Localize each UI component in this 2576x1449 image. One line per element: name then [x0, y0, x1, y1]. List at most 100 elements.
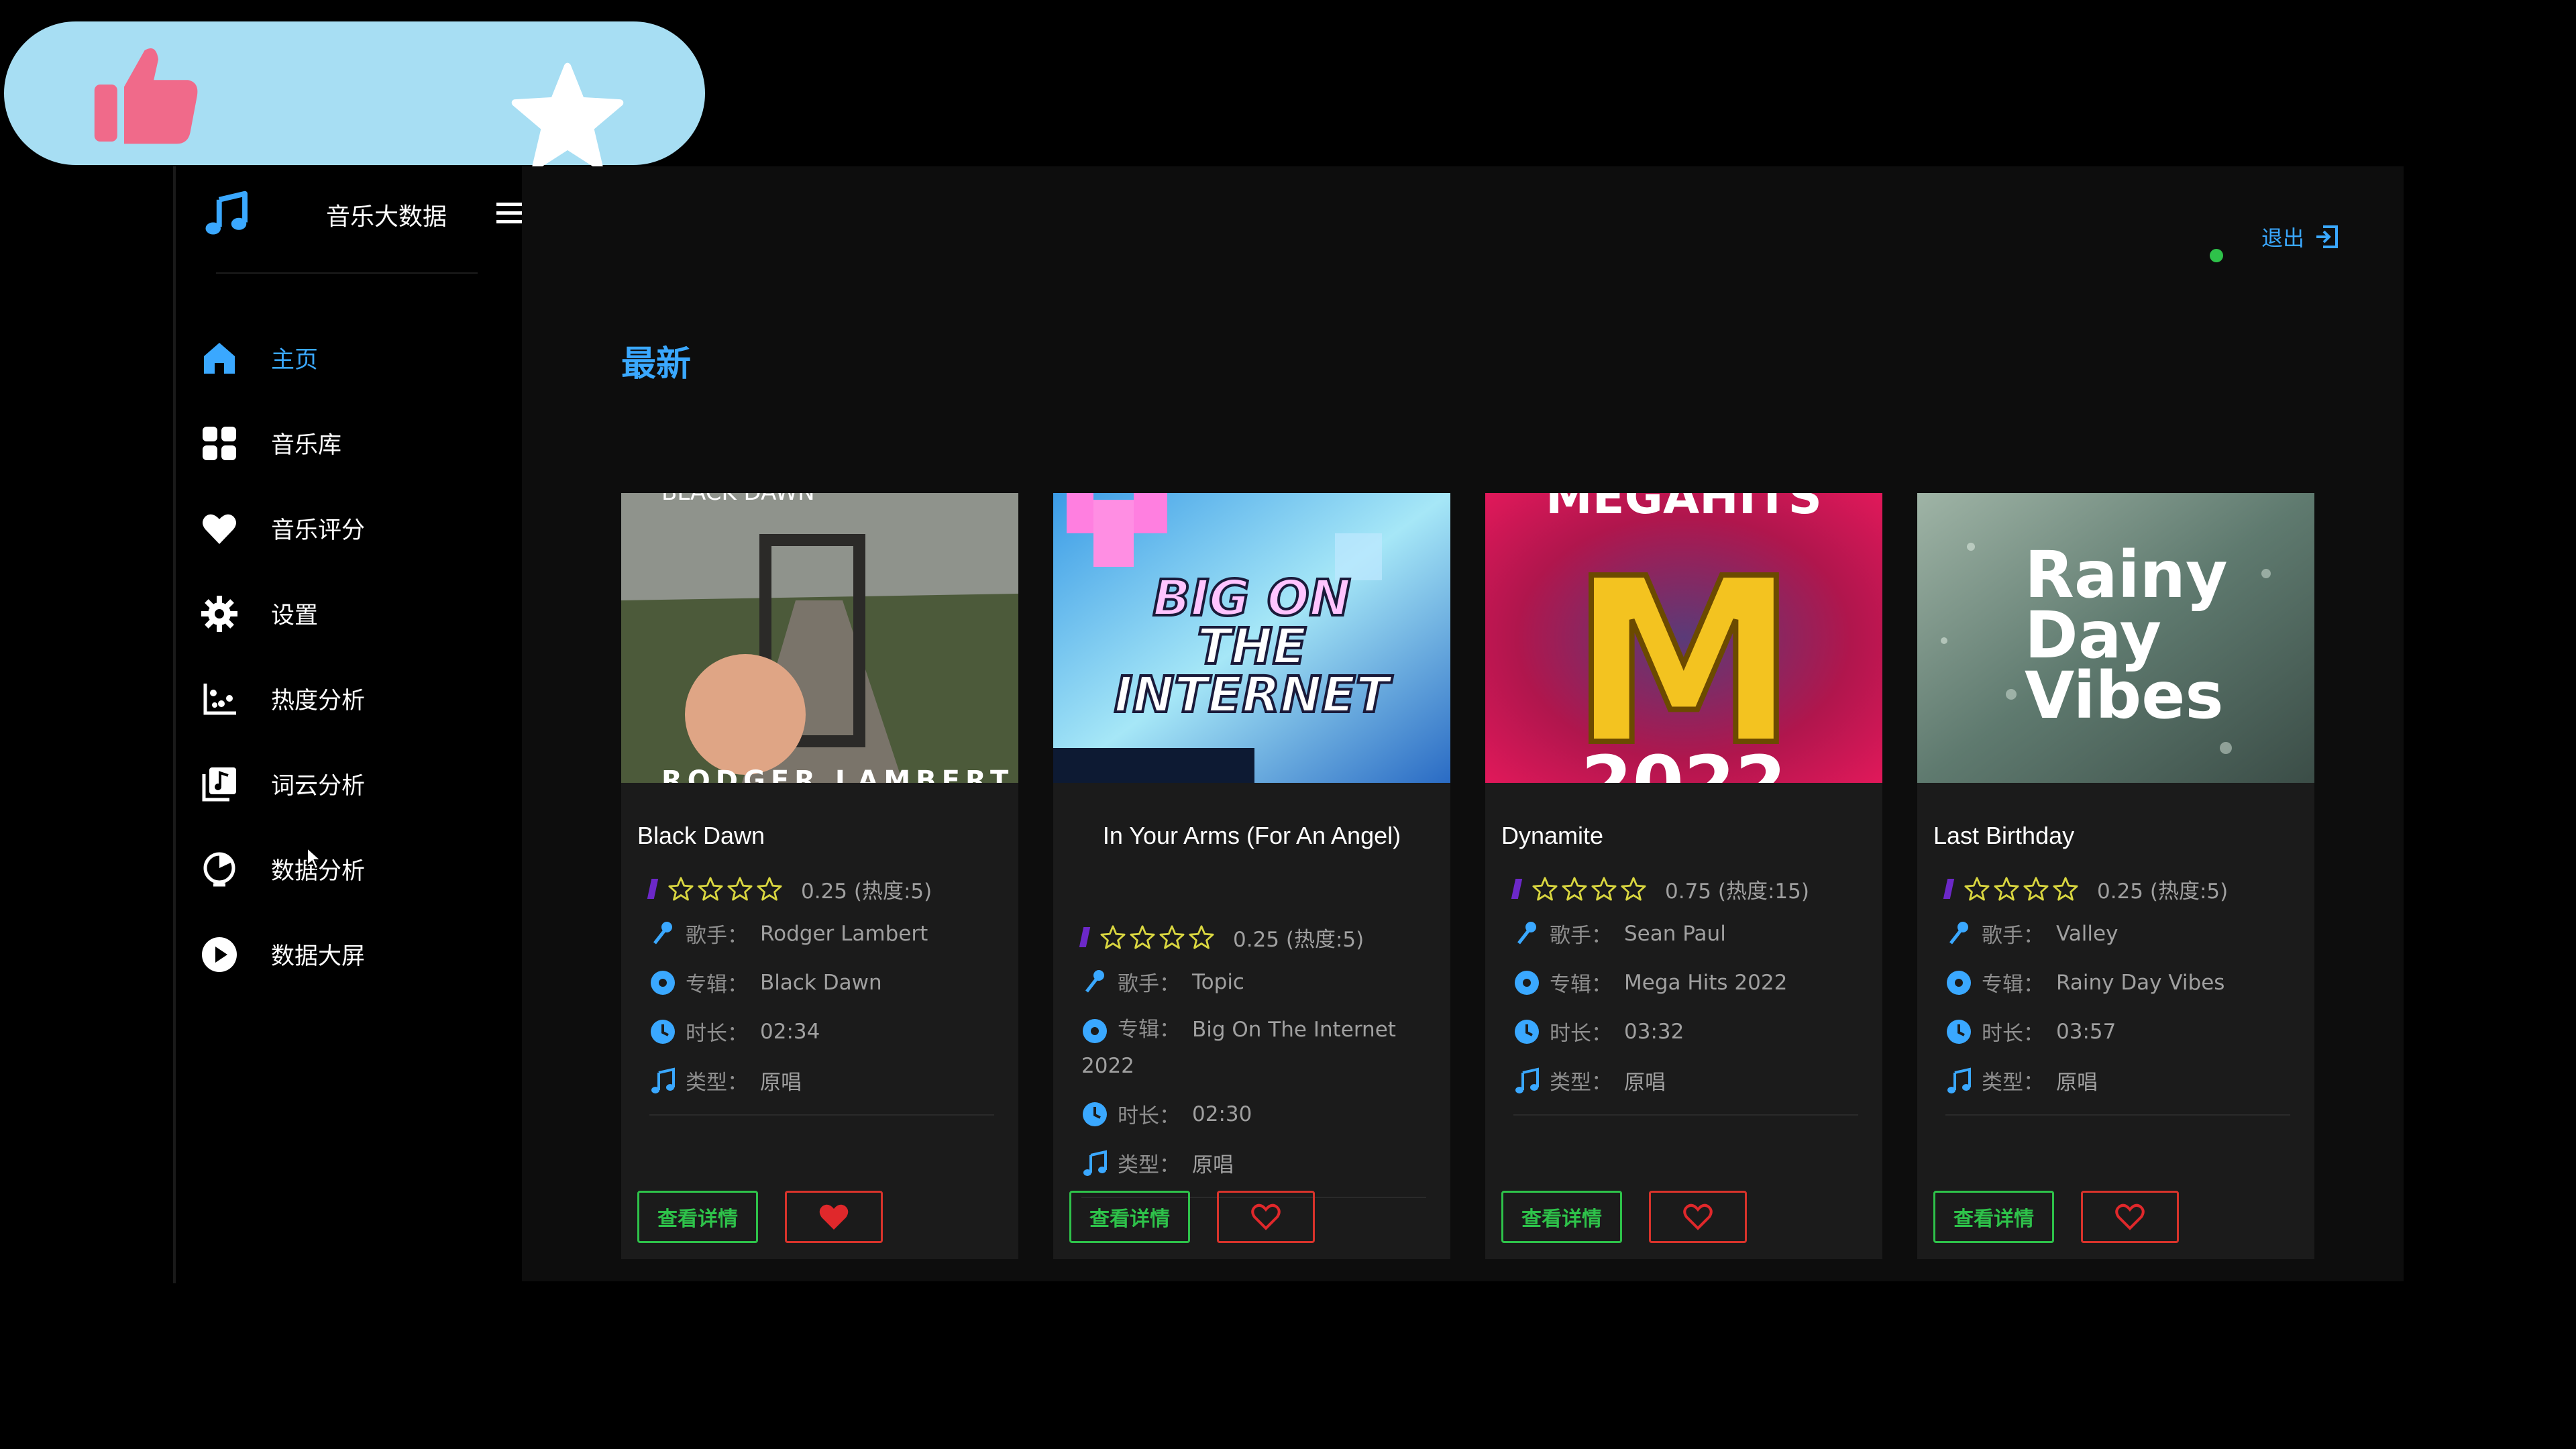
album-value: Mega Hits 2022 — [1624, 970, 1788, 995]
cover-text: MEGAHITS — [1546, 493, 1822, 525]
heart-outline-icon — [2115, 1203, 2145, 1230]
singer-value: Rodger Lambert — [760, 921, 928, 946]
rating-stars[interactable] — [1532, 876, 1646, 902]
disc-icon — [1083, 1018, 1107, 1043]
rating-stars[interactable] — [1964, 876, 2078, 902]
music-note-icon — [1515, 1067, 1539, 1093]
song-meta: 0.25 (热度:5) 歌手： Valley 专辑： Rainy Day Vib… — [1943, 869, 2290, 1116]
disc-icon — [1947, 970, 1971, 995]
grid-icon — [203, 426, 236, 460]
type-row: 类型： 原唱 — [649, 1056, 994, 1105]
rating-stars[interactable] — [668, 876, 782, 902]
view-details-button[interactable]: 查看详情 — [1069, 1191, 1190, 1243]
chart-pie-icon — [203, 852, 235, 886]
brand-divider — [216, 272, 478, 274]
rating-score: 0.25 (热度:5) — [1233, 927, 1364, 952]
duration-value: 02:30 — [1192, 1102, 1252, 1126]
duration-row: 时长： 02:30 — [1081, 1089, 1426, 1138]
heart-filled-icon — [819, 1204, 849, 1230]
music-note-icon — [1947, 1067, 1971, 1093]
logout-button[interactable]: 退出 — [2261, 221, 2339, 252]
album-cover[interactable]: Rainy Day Vibes — [1917, 493, 2314, 783]
song-card: BLACK DAWN RODGER LAMBERT Black Dawn 0.2… — [621, 493, 1018, 1259]
logout-icon — [2316, 225, 2338, 248]
star-outline-icon — [1621, 877, 1646, 901]
music-note-icon — [1083, 1149, 1107, 1176]
duration-value: 03:57 — [2056, 1019, 2116, 1044]
type-label: 类型： — [1550, 1071, 1612, 1095]
type-label: 类型： — [1118, 1153, 1180, 1177]
rating-marker — [647, 879, 659, 899]
sidebar-item-music-library[interactable]: 音乐库 — [176, 400, 525, 486]
rating-stars[interactable] — [1100, 924, 1214, 950]
star-outline-icon — [1994, 877, 2019, 901]
song-title[interactable]: Dynamite — [1501, 812, 1866, 860]
online-status-dot — [2210, 249, 2223, 262]
album-cover[interactable]: MEGAHITS M 2022 — [1485, 493, 1882, 783]
singer-label: 歌手： — [1118, 972, 1180, 996]
thumbs-up-icon[interactable] — [90, 39, 204, 153]
singer-value: Valley — [2056, 921, 2118, 946]
singer-row: 歌手： Valley — [1945, 909, 2290, 958]
music-album-icon — [202, 767, 236, 801]
rating-marker — [1943, 879, 1955, 899]
sidebar-item-label: 音乐库 — [271, 432, 342, 459]
clock-icon — [1515, 1019, 1539, 1044]
album-cover[interactable]: BIG ON THE INTERNET — [1053, 493, 1450, 783]
song-meta: 0.25 (热度:5) 歌手： Rodger Lambert 专辑： Black… — [647, 869, 994, 1116]
album-label: 专辑： — [1982, 973, 2044, 997]
singer-label: 歌手： — [686, 924, 748, 948]
sidebar-item-wordcloud-analysis[interactable]: 词云分析 — [176, 741, 525, 826]
star-icon[interactable] — [511, 62, 625, 176]
song-title[interactable]: In Your Arms (For An Angel) — [1069, 812, 1434, 860]
like-button[interactable] — [2081, 1191, 2179, 1243]
rating-row: 0.25 (热度:5) — [1079, 917, 1426, 957]
microphone-icon — [1085, 969, 1104, 993]
sidebar-item-data-screen[interactable]: 数据大屏 — [176, 912, 525, 997]
song-title[interactable]: Black Dawn — [637, 812, 1002, 860]
singer-row: 歌手： Rodger Lambert — [649, 909, 994, 958]
like-button[interactable] — [1217, 1191, 1315, 1243]
star-outline-icon — [727, 877, 753, 901]
song-card: BIG ON THE INTERNET In Your Arms (For An… — [1053, 493, 1450, 1259]
rating-score: 0.75 (热度:15) — [1665, 879, 1809, 904]
song-meta: 0.25 (热度:5) 歌手： Topic 专辑： Big On The Inte… — [1079, 917, 1426, 1198]
microphone-icon — [1949, 921, 1968, 945]
sidebar-item-data-analysis[interactable]: 数据分析 — [176, 826, 525, 912]
album-cover-image: BLACK DAWN RODGER LAMBERT — [621, 493, 1018, 783]
scatter-chart-icon — [203, 683, 236, 714]
duration-label: 时长： — [686, 1022, 748, 1046]
sidebar-item-settings[interactable]: 设置 — [176, 571, 525, 656]
type-label: 类型： — [1982, 1071, 2044, 1095]
like-button[interactable] — [1649, 1191, 1747, 1243]
sidebar-item-home[interactable]: 主页 — [176, 315, 525, 400]
view-details-button[interactable]: 查看详情 — [1933, 1191, 2054, 1243]
type-row: 类型： 原唱 — [1081, 1138, 1426, 1187]
card-actions: 查看详情 — [1069, 1191, 1315, 1243]
rating-score: 0.25 (热度:5) — [801, 879, 932, 904]
view-details-button[interactable]: 查看详情 — [637, 1191, 758, 1243]
music-note-icon[interactable] — [203, 189, 251, 237]
like-button[interactable] — [785, 1191, 883, 1243]
star-outline-icon — [1964, 877, 1990, 901]
song-title[interactable]: Last Birthday — [1933, 812, 2298, 860]
sidebar-nav: 主页 音乐库 音乐评分 设置 热度分析 词云分析 数据分析 数据大屏 — [176, 315, 525, 997]
album-row: 专辑： Mega Hits 2022 — [1513, 958, 1858, 1007]
singer-label: 歌手： — [1550, 924, 1612, 948]
album-row: 专辑： Big On The Internet 2022 — [1081, 1006, 1430, 1089]
album-cover[interactable]: BLACK DAWN RODGER LAMBERT — [621, 493, 1018, 783]
star-outline-icon — [2053, 877, 2078, 901]
view-details-button[interactable]: 查看详情 — [1501, 1191, 1622, 1243]
sidebar-item-music-rating[interactable]: 音乐评分 — [176, 486, 525, 571]
hamburger-menu-icon[interactable] — [495, 200, 525, 227]
type-value: 原唱 — [760, 1071, 802, 1095]
card-actions: 查看详情 — [1933, 1191, 2179, 1243]
duration-row: 时长： 03:57 — [1945, 1007, 2290, 1056]
album-label: 专辑： — [1550, 973, 1612, 997]
card-actions: 查看详情 — [637, 1191, 883, 1243]
singer-row: 歌手： Topic — [1081, 957, 1426, 1006]
singer-value: Sean Paul — [1624, 921, 1726, 946]
sidebar-item-heat-analysis[interactable]: 热度分析 — [176, 656, 525, 741]
cover-text: BLACK DAWN — [661, 493, 815, 506]
heart-icon — [203, 514, 236, 544]
